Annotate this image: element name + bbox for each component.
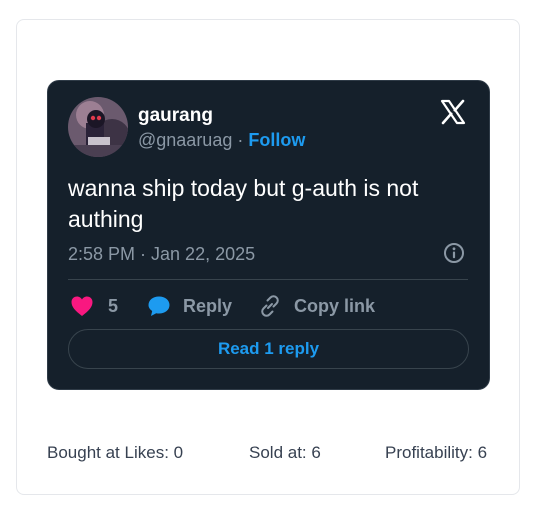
like-button[interactable]: 5 [70,291,118,321]
read-replies-button[interactable]: Read 1 reply [68,329,469,369]
info-icon[interactable] [443,242,465,264]
reply-button[interactable]: Reply [147,291,232,321]
copy-link-button[interactable]: Copy link [258,291,375,321]
tweet-text: wanna ship today but g-auth is not authi… [68,175,419,232]
sold-at: Sold at: 6 [249,443,321,462]
like-count: 5 [108,295,119,316]
embedded-tweet[interactable]: gaurang @gnaaruag · Follow wanna ship to… [47,80,490,390]
bought-at-likes: Bought at Likes: 0 [47,443,184,462]
x-logo-icon[interactable] [439,98,467,126]
divider [68,279,468,280]
handle[interactable]: @gnaaruag [138,130,232,150]
speech-bubble-icon [148,296,170,316]
follow-button[interactable]: Follow [248,130,305,150]
profitability: Profitability: 6 [385,443,488,462]
heart-icon [71,296,93,316]
handle-line: @gnaaruag · Follow [138,130,305,151]
display-name[interactable]: gaurang [138,105,213,127]
reply-label: Reply [183,295,233,316]
tweet-timestamp[interactable]: 2:58 PM · Jan 22, 2025 [68,244,255,265]
separator: · [237,130,244,150]
avatar[interactable] [68,97,128,157]
copy-link-label: Copy link [294,295,376,316]
link-icon [261,295,279,317]
